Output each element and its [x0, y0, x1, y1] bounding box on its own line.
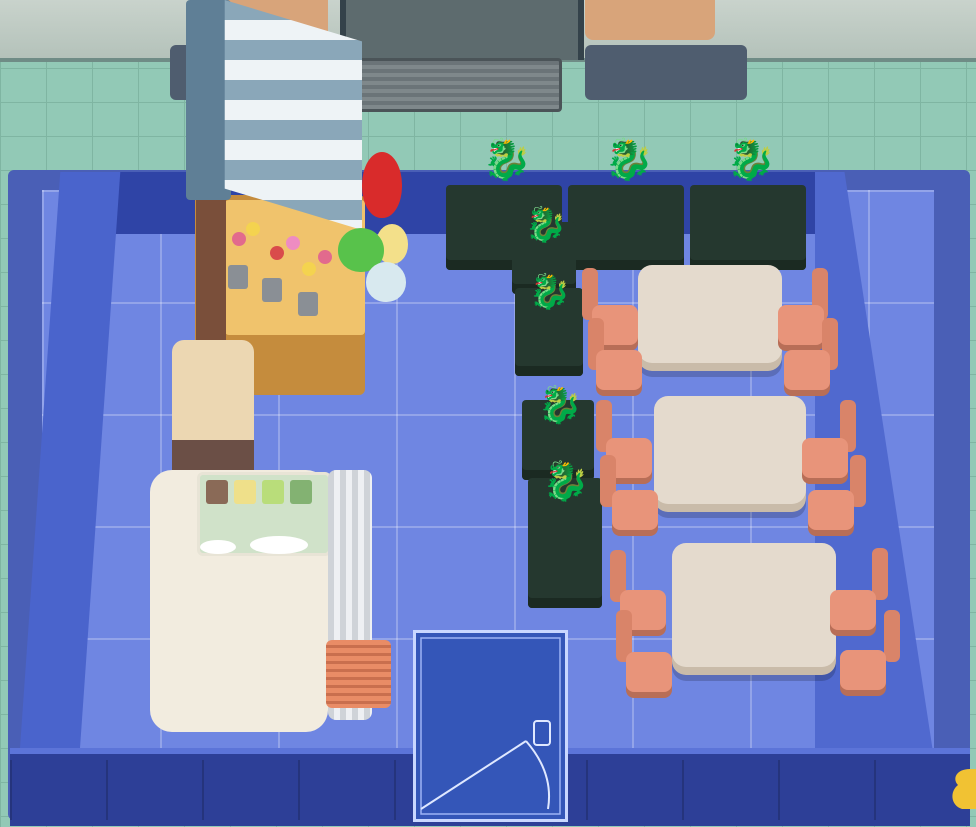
flower-icon — [318, 250, 332, 264]
dining-table[interactable] — [654, 396, 806, 504]
flower-vase — [228, 265, 248, 289]
flower-icon — [270, 246, 284, 260]
hospital-entrance-door — [340, 0, 584, 60]
chair[interactable] — [808, 490, 854, 530]
flower-stall-post — [196, 200, 226, 340]
chair[interactable] — [778, 305, 824, 345]
chair[interactable] — [840, 650, 886, 690]
cup-icon — [200, 540, 236, 554]
chair[interactable] — [596, 350, 642, 390]
chair[interactable] — [802, 438, 848, 478]
dragon-statue-icon: 🐉 — [524, 205, 568, 245]
hud-corner-icon[interactable] — [948, 765, 976, 813]
chair[interactable] — [626, 652, 672, 692]
dragon-statue-icon: 🐉 — [482, 137, 532, 183]
tray-stack-icon[interactable] — [326, 640, 391, 708]
awning-frame — [186, 0, 231, 200]
flower-vase — [262, 278, 282, 302]
chair[interactable] — [830, 590, 876, 630]
drink-nozzle-icon — [234, 480, 256, 504]
flower-vase — [298, 292, 318, 316]
dining-table[interactable] — [672, 543, 836, 667]
entrance-step-right — [585, 45, 747, 100]
flower-icon — [286, 236, 300, 250]
balloon-white-icon — [366, 262, 406, 302]
dining-table[interactable] — [638, 265, 782, 363]
flower-icon — [232, 232, 246, 246]
chair-back — [872, 548, 888, 600]
doormat — [358, 58, 562, 112]
dragon-statue-icon: 🐉 — [528, 272, 572, 312]
planter-right — [585, 0, 715, 40]
drink-nozzle-icon — [290, 480, 312, 504]
chair[interactable] — [784, 350, 830, 390]
balloon-red-icon — [362, 152, 402, 218]
bowl-icon — [250, 536, 308, 554]
dragon-statue-icon: 🐉 — [537, 385, 583, 426]
chair[interactable] — [612, 490, 658, 530]
chair-back — [884, 610, 900, 662]
blueprint-door[interactable] — [413, 630, 568, 822]
flower-icon — [302, 262, 316, 276]
dragon-statue-plinth[interactable] — [568, 185, 684, 270]
dragon-statue-icon: 🐉 — [604, 137, 654, 183]
dragon-statue-icon: 🐉 — [542, 459, 590, 503]
drink-nozzle-icon — [262, 480, 284, 504]
flower-icon — [246, 222, 260, 236]
dragon-statue-plinth[interactable] — [690, 185, 806, 270]
dragon-statue-icon: 🐉 — [726, 137, 776, 183]
drink-nozzle-icon — [206, 480, 228, 504]
